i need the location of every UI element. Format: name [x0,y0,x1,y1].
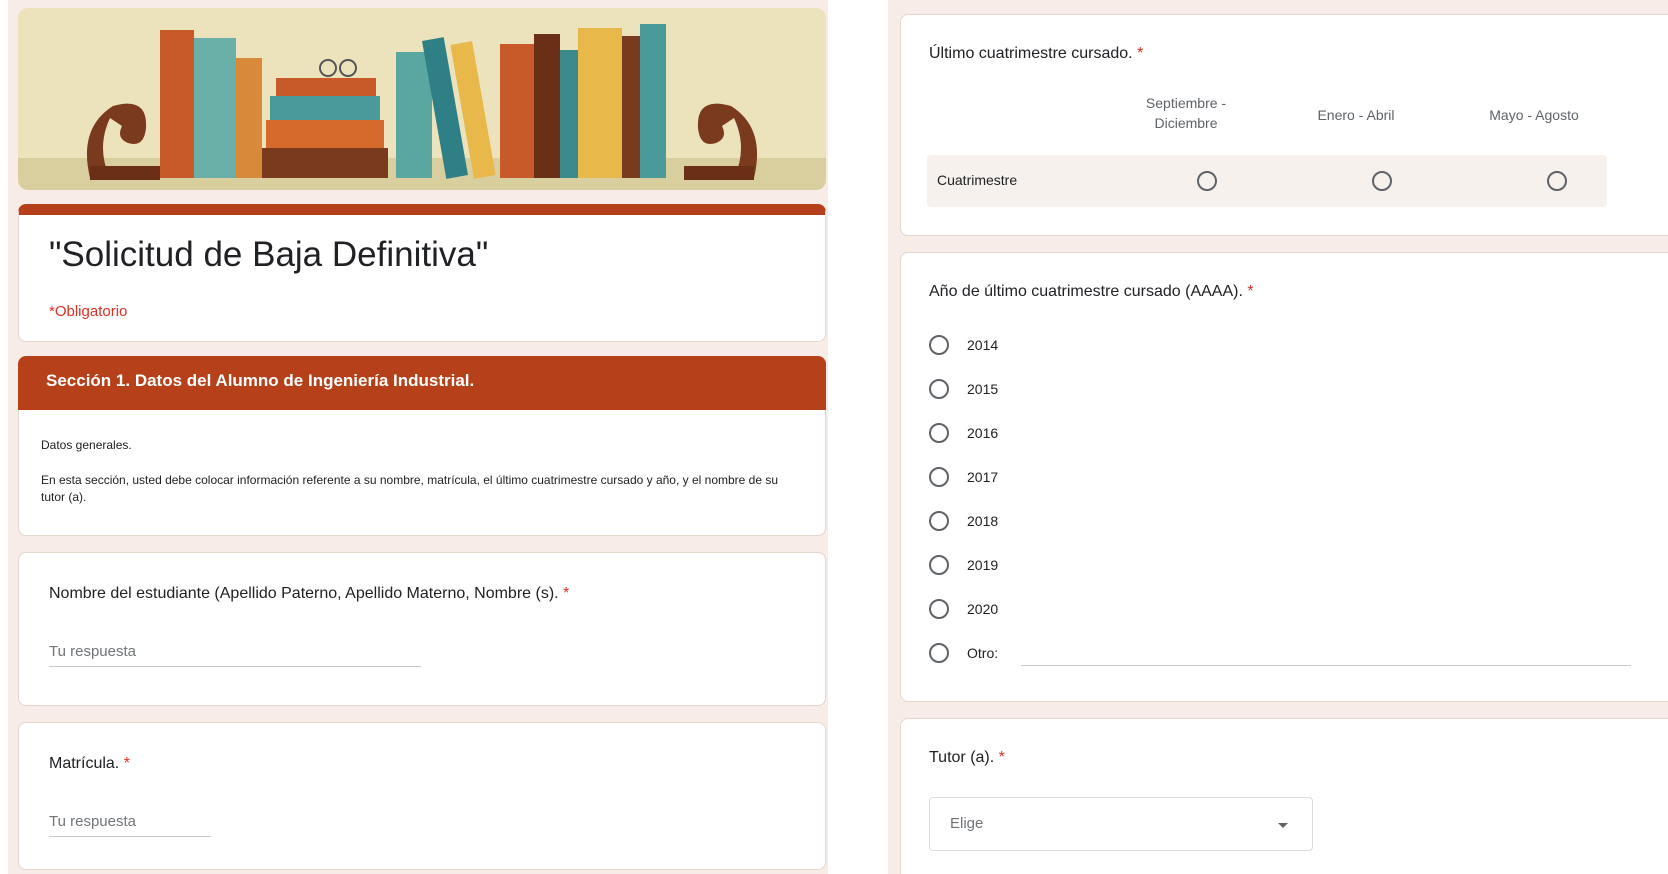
radio-2017[interactable] [929,467,949,487]
question-text: Año de último cuatrimestre cursado (AAAA… [929,283,1243,300]
select-placeholder: Elige [950,815,984,832]
option-label: 2014 [967,337,999,353]
section-desc-detail: En esta sección, usted debe colocar info… [41,473,779,504]
caret-down-icon [1278,823,1288,828]
required-asterisk: * [1247,283,1254,300]
question-card-name: Nombre del estudiante (Apellido Paterno,… [18,552,826,706]
radio-may-ago[interactable] [1547,171,1567,191]
question-text: Matrícula. [49,755,120,772]
question-text: Tutor (a). [929,749,995,766]
radio-sep-dic[interactable] [1197,171,1217,191]
radio-2020[interactable] [929,599,949,619]
radio-2015[interactable] [929,379,949,399]
option-label: 2018 [967,513,999,529]
other-input[interactable] [1021,665,1631,666]
option-label: 2019 [967,557,999,573]
grid-row-label: Cuatrimestre [937,172,1018,188]
radio-2016[interactable] [929,423,949,443]
question-label: Último cuatrimestre cursado. * [929,45,1143,63]
name-input[interactable]: Tu respuesta [49,643,421,667]
required-note: *Obligatorio [49,303,128,320]
question-label: Tutor (a). * [929,749,1005,767]
grid-row: Cuatrimestre [927,155,1607,207]
option-label: 2017 [967,469,999,485]
grid-column-header: Septiembre - Diciembre [1145,95,1227,131]
question-card-matricula: Matrícula. * Tu respuesta [18,722,826,870]
required-asterisk: * [998,749,1005,766]
books-illustration [18,8,826,190]
tutor-select[interactable]: Elige [929,797,1313,851]
radio-2014[interactable] [929,335,949,355]
section-header: Sección 1. Datos del Alumno de Ingenierí… [18,356,826,410]
question-text: Nombre del estudiante (Apellido Paterno,… [49,585,559,602]
radio-ene-abr[interactable] [1372,171,1392,191]
form-title-card: "Solicitud de Baja Definitiva" *Obligato… [18,204,826,342]
option-label: 2015 [967,381,999,397]
matricula-input[interactable]: Tu respuesta [49,813,211,837]
radio-other[interactable] [929,643,949,663]
section-description-card: Datos generales. En esta sección, usted … [18,410,826,536]
radio-2018[interactable] [929,511,949,531]
question-card-year: Año de último cuatrimestre cursado (AAAA… [900,252,1668,702]
option-label: 2016 [967,425,999,441]
required-asterisk: * [563,585,570,602]
option-other-label: Otro: [967,645,999,661]
question-text: Último cuatrimestre cursado. [929,45,1133,62]
question-card-cuatrimestre: Último cuatrimestre cursado. * Septiembr… [900,14,1668,236]
grid-column-header: Enero - Abril [1317,107,1395,123]
radio-2019[interactable] [929,555,949,575]
question-label: Matrícula. * [49,755,130,773]
required-asterisk: * [1137,45,1144,62]
required-asterisk: * [123,755,130,772]
option-label: 2020 [967,601,999,617]
form-title: "Solicitud de Baja Definitiva" [49,235,489,274]
question-card-tutor: Tutor (a). * Elige [900,718,1668,874]
header-banner-image [18,8,826,190]
question-label: Año de último cuatrimestre cursado (AAAA… [929,283,1254,301]
question-label: Nombre del estudiante (Apellido Paterno,… [49,585,569,603]
grid-column-header: Mayo - Agosto [1489,107,1579,123]
section-desc-general: Datos generales. [41,438,132,452]
